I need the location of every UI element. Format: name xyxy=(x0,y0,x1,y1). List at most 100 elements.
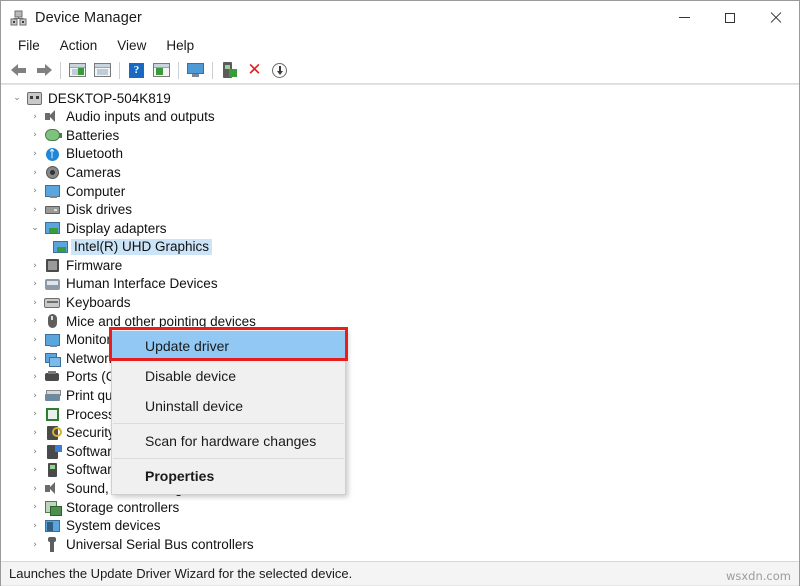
maximize-button[interactable] xyxy=(707,1,753,34)
window-title: Device Manager xyxy=(35,9,142,26)
disable-device-button[interactable] xyxy=(267,59,292,82)
tree-item-storage-controllers[interactable]: › Storage controllers xyxy=(1,498,799,517)
tree-root-computer[interactable]: ⌄ DESKTOP-504K819 xyxy=(1,89,799,108)
tree-item-firmware[interactable]: › Firmware xyxy=(1,256,799,275)
chevron-down-icon[interactable]: ⌄ xyxy=(27,223,43,233)
context-menu-item-disable-device[interactable]: Disable device xyxy=(112,361,345,391)
chevron-right-icon[interactable]: › xyxy=(27,391,43,401)
close-button[interactable] xyxy=(753,1,799,34)
tree-item-computer[interactable]: › Computer xyxy=(1,182,799,201)
tree-item-batteries[interactable]: › Batteries xyxy=(1,126,799,145)
menu-help[interactable]: Help xyxy=(157,36,203,55)
forward-button[interactable] xyxy=(31,59,56,82)
device-tree-panel[interactable]: ⌄ DESKTOP-504K819 › Audio inputs and out… xyxy=(1,84,799,561)
show-hide-console-tree-button[interactable] xyxy=(65,59,90,82)
software-device-icon xyxy=(43,462,61,478)
device-manager-icon xyxy=(10,10,27,26)
uninstall-device-icon: ✕ xyxy=(247,59,262,80)
chevron-right-icon[interactable]: › xyxy=(27,447,43,457)
chevron-right-icon[interactable]: › xyxy=(27,130,43,140)
device-manager-window: Device Manager File Action View Help ? ✕… xyxy=(0,0,800,586)
chevron-right-icon[interactable]: › xyxy=(27,149,43,159)
tree-item-label: Universal Serial Bus controllers xyxy=(66,536,254,552)
processor-icon xyxy=(43,406,61,422)
close-icon xyxy=(770,12,782,24)
disk-drive-icon xyxy=(43,202,61,218)
disable-device-icon xyxy=(272,62,287,78)
chevron-right-icon[interactable]: › xyxy=(27,354,43,364)
scan-for-hardware-changes-button[interactable] xyxy=(183,59,208,82)
help-button[interactable]: ? xyxy=(124,59,149,82)
camera-icon xyxy=(43,165,61,181)
properties-button[interactable] xyxy=(90,59,115,82)
chevron-right-icon[interactable]: › xyxy=(27,540,43,550)
tree-item-label: Keyboards xyxy=(66,295,131,311)
chevron-right-icon[interactable]: › xyxy=(27,484,43,494)
toolbar-separator xyxy=(60,61,61,79)
toolbar: ? ✕ xyxy=(1,57,799,84)
back-button[interactable] xyxy=(6,59,31,82)
context-menu-item-uninstall-device[interactable]: Uninstall device xyxy=(112,391,345,421)
port-icon xyxy=(43,369,61,385)
monitor-icon xyxy=(43,332,61,348)
tree-item-human-interface-devices[interactable]: › Human Interface Devices xyxy=(1,275,799,294)
tree-item-label: Cameras xyxy=(66,164,121,180)
context-menu-item-update-driver[interactable]: Update driver xyxy=(112,331,345,361)
software-component-icon xyxy=(43,444,62,460)
chevron-right-icon[interactable]: › xyxy=(27,316,43,326)
context-menu-separator xyxy=(113,423,344,424)
tree-item-universal-serial-bus-controllers[interactable]: › Universal Serial Bus controllers xyxy=(1,535,799,554)
chevron-down-icon[interactable]: ⌄ xyxy=(9,93,25,103)
chevron-right-icon[interactable]: › xyxy=(27,168,43,178)
chevron-right-icon[interactable]: › xyxy=(27,335,43,345)
update-driver-software-button[interactable] xyxy=(149,59,174,82)
minimize-icon xyxy=(678,17,690,18)
context-menu-item-scan-for-hardware-changes[interactable]: Scan for hardware changes xyxy=(112,426,345,456)
chevron-right-icon[interactable]: › xyxy=(27,428,43,438)
tree-item-label: System devices xyxy=(66,518,161,534)
menu-bar: File Action View Help xyxy=(1,34,799,57)
context-menu-item-properties[interactable]: Properties xyxy=(112,461,345,491)
chevron-right-icon[interactable]: › xyxy=(27,298,43,308)
display-adapter-icon xyxy=(43,220,61,236)
speaker-icon xyxy=(43,481,61,497)
tree-item-label: Firmware xyxy=(66,257,123,273)
tree-item-bluetooth[interactable]: › ᛏ Bluetooth xyxy=(1,145,799,164)
add-legacy-hardware-button[interactable] xyxy=(217,59,242,82)
chevron-right-icon[interactable]: › xyxy=(27,502,43,512)
uninstall-device-button[interactable]: ✕ xyxy=(242,59,267,82)
menu-view[interactable]: View xyxy=(108,36,155,55)
tree-item-audio-inputs-and-outputs[interactable]: › Audio inputs and outputs xyxy=(1,108,799,127)
tree-item-label: Display adapters xyxy=(66,220,167,236)
tree-item-cameras[interactable]: › Cameras xyxy=(1,163,799,182)
add-legacy-hardware-icon xyxy=(222,62,237,78)
tree-item-intel-uhd-graphics[interactable]: Intel(R) UHD Graphics xyxy=(1,238,799,257)
chevron-right-icon[interactable]: › xyxy=(27,205,43,215)
tree-item-label: Audio inputs and outputs xyxy=(66,109,215,125)
menu-action[interactable]: Action xyxy=(51,36,107,55)
status-bar: Launches the Update Driver Wizard for th… xyxy=(1,561,799,586)
chevron-right-icon[interactable]: › xyxy=(27,112,43,122)
system-device-icon xyxy=(43,518,61,534)
chevron-right-icon[interactable]: › xyxy=(27,186,43,196)
hid-icon xyxy=(43,276,61,292)
tree-item-mice-and-other-pointing-devices[interactable]: › Mice and other pointing devices xyxy=(1,312,799,331)
tree-item-system-devices[interactable]: › System devices xyxy=(1,517,799,536)
chevron-right-icon[interactable]: › xyxy=(27,521,43,531)
minimize-button[interactable] xyxy=(661,1,707,34)
chevron-right-icon[interactable]: › xyxy=(27,409,43,419)
chevron-right-icon[interactable]: › xyxy=(27,261,43,271)
forward-arrow-icon xyxy=(36,63,52,77)
chevron-right-icon[interactable]: › xyxy=(27,279,43,289)
tree-item-label: Human Interface Devices xyxy=(66,276,218,292)
tree-item-display-adapters[interactable]: ⌄ Display adapters xyxy=(1,219,799,238)
chevron-right-icon[interactable]: › xyxy=(27,465,43,475)
scan-for-hardware-changes-icon xyxy=(187,63,204,77)
status-bar-text: Launches the Update Driver Wizard for th… xyxy=(9,566,353,581)
computer-icon xyxy=(25,90,43,106)
tree-item-keyboards[interactable]: › Keyboards xyxy=(1,294,799,313)
tree-item-disk-drives[interactable]: › Disk drives xyxy=(1,201,799,220)
menu-file[interactable]: File xyxy=(9,36,49,55)
chevron-right-icon[interactable]: › xyxy=(27,372,43,382)
watermark: wsxdn.com xyxy=(725,569,791,583)
